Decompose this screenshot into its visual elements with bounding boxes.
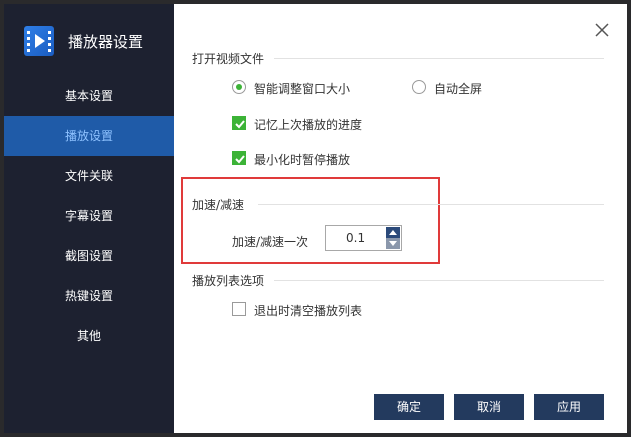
cancel-button[interactable]: 取消 [454,394,524,420]
spin-up-icon[interactable] [386,227,400,238]
checkbox-clear-on-exit-label: 退出时清空播放列表 [254,304,363,318]
speed-step-spinbox[interactable]: 0.1 [325,225,402,251]
section-title-speed: 加速/减速 [192,198,245,212]
divider [258,204,604,205]
speed-step-label: 加速/减速一次 [232,235,309,249]
sidebar-item-basic[interactable]: 基本设置 [4,76,174,116]
radio-auto-resize-label: 智能调整窗口大小 [254,82,351,96]
spin-down-icon[interactable] [386,238,400,249]
checkbox-clear-on-exit[interactable] [232,302,246,316]
checkbox-remember-progress-label: 记忆上次播放的进度 [254,118,363,132]
sidebar-item-hotkeys[interactable]: 热键设置 [4,276,174,316]
radio-auto-fullscreen[interactable] [412,80,426,94]
checkbox-remember-progress[interactable] [232,116,246,130]
radio-auto-resize[interactable] [232,80,246,94]
video-player-icon [24,26,54,56]
sidebar-item-playback[interactable]: 播放设置 [4,116,174,156]
sidebar-item-file-association[interactable]: 文件关联 [4,156,174,196]
apply-button[interactable]: 应用 [534,394,604,420]
sidebar-item-screenshot[interactable]: 截图设置 [4,236,174,276]
sidebar-nav: 基本设置 播放设置 文件关联 字幕设置 截图设置 热键设置 其他 [4,76,174,356]
sidebar-item-other[interactable]: 其他 [4,316,174,356]
settings-panel: 打开视频文件 智能调整窗口大小 自动全屏 记忆上次播放的进度 最小化时暂停播放 … [174,4,627,433]
section-title-playlist: 播放列表选项 [192,274,265,288]
settings-window: 播放器设置 基本设置 播放设置 文件关联 字幕设置 截图设置 热键设置 其他 打… [0,0,631,437]
brand: 播放器设置 [24,24,143,58]
divider [274,280,604,281]
sidebar-item-subtitles[interactable]: 字幕设置 [4,196,174,236]
section-title-open-video: 打开视频文件 [192,52,265,66]
sidebar: 播放器设置 基本设置 播放设置 文件关联 字幕设置 截图设置 热键设置 其他 [4,4,174,433]
close-icon[interactable] [595,22,609,37]
divider [274,58,604,59]
checkbox-pause-on-minimize[interactable] [232,151,246,165]
radio-auto-fullscreen-label: 自动全屏 [434,82,483,96]
ok-button[interactable]: 确定 [374,394,444,420]
checkbox-pause-on-minimize-label: 最小化时暂停播放 [254,153,351,167]
window-title: 播放器设置 [68,32,144,51]
speed-step-value: 0.1 [346,231,366,245]
